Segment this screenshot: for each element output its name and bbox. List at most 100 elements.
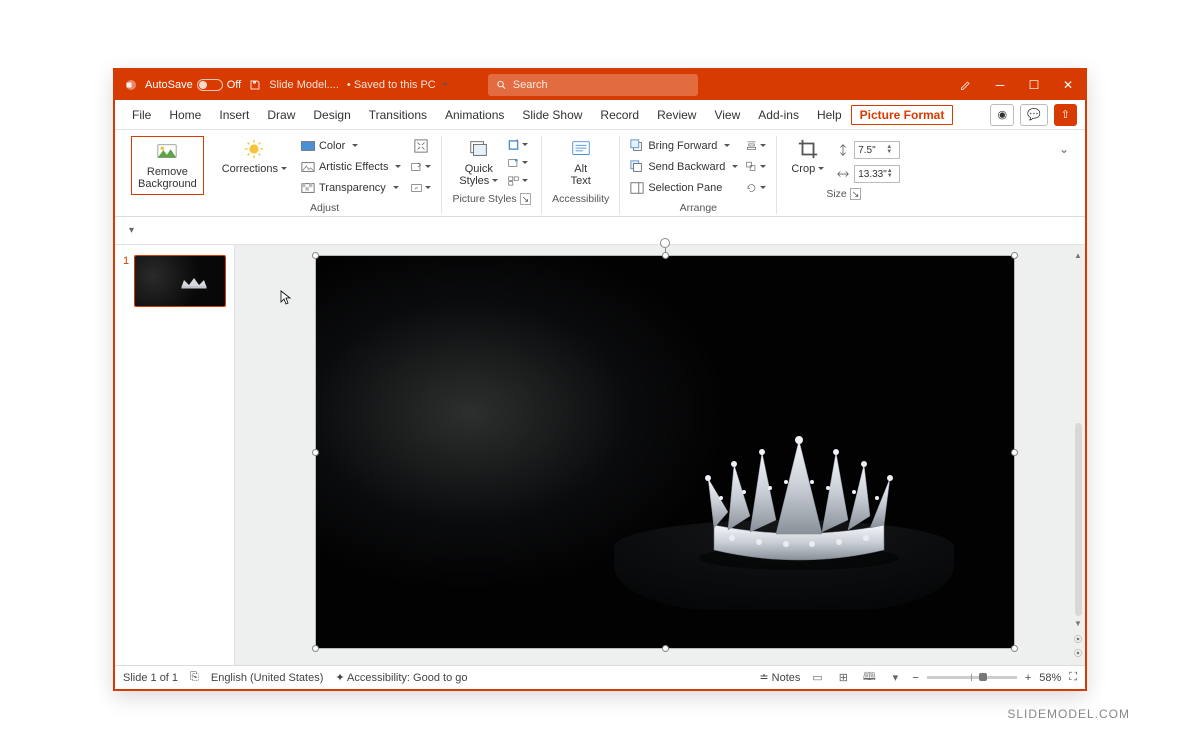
- tab-addins[interactable]: Add-ins: [749, 100, 808, 129]
- slide-thumbnails-pane[interactable]: 1: [115, 245, 235, 665]
- zoom-slider[interactable]: [927, 676, 1017, 679]
- toggle-off-icon: [197, 79, 223, 91]
- alt-text-button[interactable]: Alt Text: [566, 136, 596, 189]
- change-picture-button[interactable]: [411, 160, 431, 174]
- comments-button[interactable]: 💬: [1020, 104, 1048, 126]
- tab-record[interactable]: Record: [591, 100, 648, 129]
- slide-canvas-area[interactable]: ▲ ▼ ⦿ ⦿: [235, 245, 1085, 665]
- resize-handle-bl[interactable]: [312, 645, 319, 652]
- resize-handle-tl[interactable]: [312, 252, 319, 259]
- picture-content: [614, 410, 954, 610]
- resize-handle-mr[interactable]: [1011, 449, 1018, 456]
- normal-view-icon[interactable]: ▭: [808, 671, 826, 685]
- tab-review[interactable]: Review: [648, 100, 705, 129]
- corrections-label: Corrections: [222, 163, 287, 175]
- color-icon: [301, 139, 315, 153]
- height-input[interactable]: 7.5"▲▼: [854, 141, 900, 159]
- tab-insert[interactable]: Insert: [210, 100, 258, 129]
- close-button[interactable]: ✕: [1051, 70, 1085, 100]
- group-button[interactable]: [746, 160, 766, 174]
- picture-layout-button[interactable]: [508, 174, 528, 188]
- language-status[interactable]: English (United States): [211, 672, 324, 684]
- ink-icon[interactable]: [949, 70, 983, 100]
- titlebar: AutoSave Off Slide Model.... • Saved to …: [115, 70, 1085, 100]
- bring-forward-icon: [630, 139, 644, 153]
- share-button[interactable]: ⇧: [1054, 104, 1077, 126]
- rotate-handle[interactable]: [660, 238, 670, 248]
- autosave-toggle[interactable]: AutoSave Off: [145, 79, 241, 91]
- slide-counter: Slide 1 of 1: [123, 672, 178, 684]
- search-input[interactable]: [513, 79, 690, 91]
- tab-view[interactable]: View: [705, 100, 749, 129]
- ribbon-collapse-button[interactable]: ⌄: [1053, 136, 1079, 214]
- notes-button[interactable]: ≐ Notes: [759, 671, 800, 684]
- autosave-state: Off: [227, 79, 241, 91]
- tab-file[interactable]: File: [123, 100, 160, 129]
- zoom-in-button[interactable]: +: [1025, 672, 1031, 684]
- align-button[interactable]: [746, 139, 766, 153]
- tab-transitions[interactable]: Transitions: [360, 100, 436, 129]
- qat-customize-icon[interactable]: ▾: [129, 225, 134, 236]
- quick-styles-button[interactable]: Quick Styles: [455, 136, 502, 189]
- quick-styles-icon: [468, 138, 490, 160]
- width-icon: [836, 167, 850, 181]
- resize-handle-bm[interactable]: [662, 645, 669, 652]
- resize-handle-ml[interactable]: [312, 449, 319, 456]
- save-status: • Saved to this PC: [347, 79, 448, 91]
- prev-slide-icon[interactable]: ⦿: [1074, 634, 1082, 645]
- powerpoint-icon: [125, 79, 137, 91]
- search-box[interactable]: [488, 74, 698, 96]
- minimize-button[interactable]: ─: [983, 70, 1017, 100]
- tab-help[interactable]: Help: [808, 100, 851, 129]
- accessibility-status[interactable]: ✦ Accessibility: Good to go: [335, 671, 467, 684]
- selected-picture[interactable]: [315, 255, 1015, 649]
- sorter-view-icon[interactable]: ⊞: [834, 671, 852, 685]
- compress-pictures-button[interactable]: [411, 139, 431, 153]
- maximize-button[interactable]: ☐: [1017, 70, 1051, 100]
- remove-background-button[interactable]: Remove Background: [131, 136, 204, 195]
- tab-design[interactable]: Design: [304, 100, 359, 129]
- resize-handle-br[interactable]: [1011, 645, 1018, 652]
- tab-picture-format[interactable]: Picture Format: [851, 105, 954, 125]
- next-slide-icon[interactable]: ⦿: [1074, 648, 1082, 659]
- resize-handle-tm[interactable]: [662, 252, 669, 259]
- transparency-button[interactable]: Transparency: [301, 178, 401, 198]
- zoom-out-button[interactable]: −: [912, 672, 918, 684]
- tab-slide-show[interactable]: Slide Show: [513, 100, 591, 129]
- width-input[interactable]: 13.33"▲▼: [854, 165, 900, 183]
- tab-animations[interactable]: Animations: [436, 100, 513, 129]
- selection-pane-button[interactable]: Selection Pane: [630, 178, 738, 198]
- color-button[interactable]: Color: [301, 136, 401, 156]
- group-label-adjust: Adjust: [310, 202, 339, 214]
- corrections-button[interactable]: Corrections: [218, 136, 291, 198]
- send-backward-button[interactable]: Send Backward: [630, 157, 738, 177]
- crop-button[interactable]: Crop: [787, 136, 828, 177]
- rotate-button[interactable]: [746, 181, 766, 195]
- scroll-up-icon[interactable]: ▲: [1074, 251, 1082, 260]
- slideshow-view-icon[interactable]: ▾: [886, 671, 904, 685]
- zoom-level[interactable]: 58%: [1039, 672, 1061, 684]
- tab-draw[interactable]: Draw: [258, 100, 304, 129]
- fit-to-window-button[interactable]: ⛶: [1069, 671, 1077, 684]
- save-icon[interactable]: [249, 79, 261, 91]
- vertical-scrollbar[interactable]: ▲ ▼ ⦿ ⦿: [1071, 251, 1085, 659]
- alt-text-icon: [570, 138, 592, 160]
- bring-forward-button[interactable]: Bring Forward: [630, 136, 738, 156]
- reading-view-icon[interactable]: 🕮: [860, 671, 878, 685]
- picture-border-button[interactable]: [508, 138, 528, 152]
- selection-pane-icon: [630, 181, 644, 195]
- picture-effects-button[interactable]: [508, 156, 528, 170]
- reset-picture-button[interactable]: [411, 181, 431, 195]
- crown-mini-icon: [179, 276, 209, 290]
- send-backward-icon: [630, 160, 644, 174]
- camera-button[interactable]: ◉: [990, 104, 1014, 126]
- artistic-effects-button[interactable]: Artistic Effects: [301, 157, 401, 177]
- slide-thumbnail-1[interactable]: [134, 255, 226, 307]
- ribbon-tabs: File Home Insert Draw Design Transitions…: [115, 100, 1085, 130]
- resize-handle-tr[interactable]: [1011, 252, 1018, 259]
- tab-home[interactable]: Home: [160, 100, 210, 129]
- watermark: SLIDEMODEL.COM: [1007, 707, 1130, 721]
- spellcheck-icon[interactable]: ⎘: [190, 671, 199, 684]
- scroll-down-icon[interactable]: ▼: [1074, 619, 1082, 628]
- ribbon: Remove Background Corrections Color: [115, 130, 1085, 217]
